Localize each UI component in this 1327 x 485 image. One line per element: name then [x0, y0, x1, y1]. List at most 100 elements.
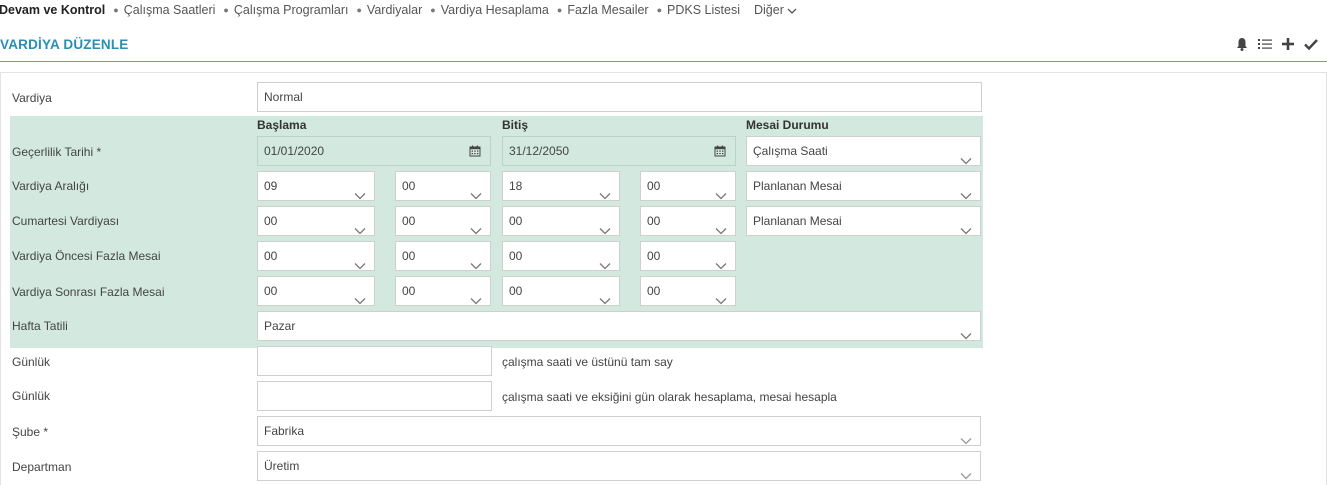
header-toolbar: [1234, 36, 1319, 52]
mesai-durumu-select[interactable]: Çalışma Saati: [746, 136, 981, 166]
chevron-down-icon: [599, 182, 611, 200]
list-icon[interactable]: [1257, 36, 1273, 52]
nav-item-vardiyalar[interactable]: ● Vardiyalar: [356, 3, 422, 17]
column-header-bitis: Bitiş: [502, 118, 529, 132]
nav-title[interactable]: Devam ve Kontrol: [0, 3, 105, 17]
chevron-down-icon: [960, 147, 972, 165]
sube-select[interactable]: Fabrika: [257, 416, 981, 446]
bell-icon[interactable]: [1234, 36, 1250, 52]
bullet-icon: ●: [656, 5, 663, 15]
cumartesi-end-minute-select[interactable]: 00: [640, 206, 736, 236]
chevron-down-icon: [599, 252, 611, 270]
chevron-down-icon: [715, 252, 727, 270]
select-value: 18: [509, 179, 523, 193]
select-value: Planlanan Mesai: [753, 214, 842, 228]
sonrasi-end-minute-select[interactable]: 00: [640, 276, 736, 306]
nav-item-label: Çalışma Programları: [233, 3, 349, 17]
select-value: 00: [647, 284, 661, 298]
sonrasi-end-hour-select[interactable]: 00: [502, 276, 620, 306]
aralik-start-minute-select[interactable]: 00: [395, 171, 491, 201]
nav-more-menu[interactable]: Diğer: [754, 3, 797, 17]
sonrasi-start-hour-select[interactable]: 00: [257, 276, 375, 306]
start-date-input[interactable]: 01/01/2020: [257, 136, 491, 166]
page-title: VARDİYA DÜZENLE: [0, 37, 129, 52]
oncesi-end-hour-select[interactable]: 00: [502, 241, 620, 271]
select-value: 00: [509, 214, 523, 228]
label-departman: Departman: [12, 460, 72, 474]
oncesi-start-hour-select[interactable]: 00: [257, 241, 375, 271]
select-value: Pazar: [264, 319, 296, 333]
gunluk-1-hint: çalışma saati ve üstünü tam say: [502, 355, 673, 369]
gunluk-1-input[interactable]: [257, 346, 492, 376]
oncesi-end-minute-select[interactable]: 00: [640, 241, 736, 271]
start-date-value: 01/01/2020: [264, 144, 325, 158]
bullet-icon: ●: [113, 5, 119, 15]
select-value: Fabrika: [264, 424, 305, 438]
chevron-down-icon: [470, 217, 482, 235]
chevron-down-icon: [715, 217, 727, 235]
nav-more-label: Diğer: [753, 3, 784, 17]
bullet-icon: ●: [556, 5, 563, 15]
check-icon[interactable]: [1303, 36, 1319, 52]
nav-item-label: Çalışma Saatleri: [123, 3, 216, 17]
label-gunluk-1: Günlük: [12, 355, 51, 369]
mesai-durumu-value: Çalışma Saati: [753, 144, 828, 158]
select-value: 00: [264, 284, 278, 298]
column-header-mesai-durumu: Mesai Durumu: [746, 118, 829, 132]
chevron-down-icon: [470, 252, 482, 270]
select-value: 00: [647, 179, 661, 193]
chevron-down-icon: [715, 287, 727, 305]
cumartesi-mesai-select[interactable]: Planlanan Mesai: [746, 206, 981, 236]
end-date-input[interactable]: 31/12/2050: [502, 136, 736, 166]
end-date-value: 31/12/2050: [509, 144, 570, 158]
aralik-end-hour-select[interactable]: 18: [502, 171, 620, 201]
aralik-start-hour-select[interactable]: 09: [257, 171, 375, 201]
chevron-down-icon: [960, 217, 972, 235]
chevron-down-icon: [354, 182, 366, 200]
select-value: 00: [647, 249, 661, 263]
departman-select[interactable]: Üretim: [257, 451, 981, 481]
chevron-down-icon: [354, 252, 366, 270]
chevron-down-icon: [470, 287, 482, 305]
chevron-down-icon: [960, 427, 972, 445]
nav-item-calisma-programlari[interactable]: ● Çalışma Programları: [223, 3, 348, 17]
chevron-down-icon: [715, 182, 727, 200]
select-value: Üretim: [264, 459, 300, 473]
bullet-icon: ●: [430, 5, 436, 15]
sonrasi-start-minute-select[interactable]: 00: [395, 276, 491, 306]
nav-item-pdks-listesi[interactable]: ● PDKS Listesi: [657, 3, 740, 17]
label-gecerlilik-tarihi: Geçerlilik Tarihi *: [12, 145, 102, 159]
chevron-down-icon: [960, 182, 972, 200]
page-header: VARDİYA DÜZENLE: [0, 26, 1327, 62]
aralik-end-minute-select[interactable]: 00: [640, 171, 736, 201]
chevron-down-icon: [960, 322, 972, 340]
calendar-icon[interactable]: [460, 137, 490, 165]
label-vardiya-sonrasi: Vardiya Sonrası Fazla Mesai: [12, 285, 165, 299]
nav-item-vardiya-hesaplama[interactable]: ● Vardiya Hesaplama: [430, 3, 549, 17]
calendar-icon[interactable]: [705, 137, 735, 165]
cumartesi-start-hour-select[interactable]: 00: [257, 206, 375, 236]
oncesi-start-minute-select[interactable]: 00: [395, 241, 491, 271]
gunluk-2-input[interactable]: [257, 381, 492, 411]
hafta-tatili-select[interactable]: Pazar: [257, 311, 981, 341]
cumartesi-end-hour-select[interactable]: 00: [502, 206, 620, 236]
nav-item-calisma-saatleri[interactable]: ● Çalışma Saatleri: [113, 3, 215, 17]
nav-item-label: Vardiyalar: [366, 3, 423, 17]
select-value: 09: [264, 179, 278, 193]
label-sube: Şube *: [12, 425, 49, 439]
plus-icon[interactable]: [1280, 36, 1296, 52]
nav-item-label: Fazla Mesailer: [567, 3, 649, 17]
nav-item-fazla-mesailer[interactable]: ● Fazla Mesailer: [557, 3, 649, 17]
cumartesi-start-minute-select[interactable]: 00: [395, 206, 491, 236]
select-value: 00: [647, 214, 661, 228]
label-vardiya: Vardiya: [12, 91, 52, 105]
select-value: 00: [402, 179, 416, 193]
select-value: 00: [402, 284, 416, 298]
aralik-mesai-select[interactable]: Planlanan Mesai: [746, 171, 981, 201]
nav-item-label: PDKS Listesi: [667, 3, 740, 17]
label-vardiya-araligi: Vardiya Aralığı: [12, 179, 90, 193]
vardiya-input[interactable]: Normal: [257, 82, 982, 112]
chevron-down-icon: [960, 462, 972, 480]
select-value: Planlanan Mesai: [753, 179, 842, 193]
gunluk-2-hint: çalışma saati ve eksiğini gün olarak hes…: [502, 390, 837, 404]
